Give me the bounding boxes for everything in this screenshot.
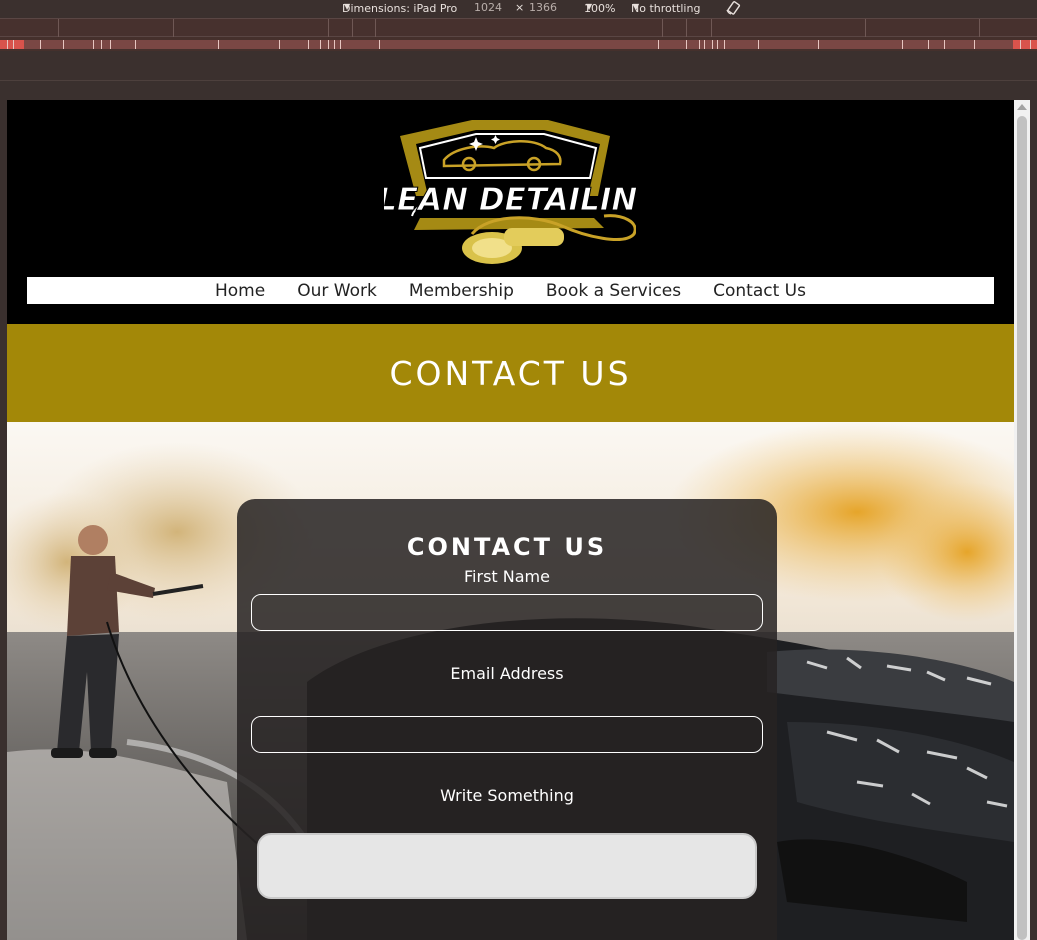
form-title: CONTACT US	[406, 533, 608, 561]
ruler	[0, 37, 1037, 51]
device-toolbar: Dimensions: iPad Pro ▼ 1024 × 1366 100% ▼ …	[0, 0, 1037, 18]
message-textarea[interactable]	[257, 833, 757, 899]
nav-contact-us[interactable]: Contact Us	[713, 281, 806, 301]
height-input[interactable]: 1366	[529, 1, 557, 14]
toolbar-spacer	[0, 51, 1037, 81]
scroll-up-arrow-icon[interactable]	[1017, 104, 1027, 110]
nav-book-a-services[interactable]: Book a Services	[546, 281, 681, 301]
page-scrollbar[interactable]	[1014, 100, 1030, 940]
klean-detailing-logo[interactable]: KLEAN DETAILING	[384, 118, 636, 270]
times-sign: ×	[515, 1, 525, 14]
page-title: CONTACT US	[389, 353, 632, 393]
page-title-banner: CONTACT US	[7, 324, 1014, 422]
svg-text:KLEAN DETAILING: KLEAN DETAILING	[384, 182, 636, 218]
page-viewport: KLEAN DETAILING Home Our Work Membership…	[7, 100, 1014, 940]
throttling-label: No throttling	[631, 2, 701, 15]
first-name-field[interactable]	[251, 594, 763, 631]
dimensions-label: Dimensions: iPad Pro	[342, 2, 458, 15]
nav-our-work[interactable]: Our Work	[297, 281, 377, 301]
message-label: Write Something	[440, 786, 574, 805]
main-nav: Home Our Work Membership Book a Services…	[27, 277, 994, 304]
nav-membership[interactable]: Membership	[409, 281, 514, 301]
email-label: Email Address	[450, 664, 564, 683]
chevron-down-icon: ▼	[633, 2, 640, 11]
site-header: KLEAN DETAILING Home Our Work Membership…	[7, 100, 1014, 324]
chevron-down-icon: ▼	[586, 2, 593, 11]
scrollbar-thumb[interactable]	[1017, 116, 1027, 940]
rotate-icon[interactable]	[725, 0, 741, 16]
width-input[interactable]: 1024	[474, 1, 502, 14]
contact-form: CONTACT US First Name Email Address Writ…	[237, 499, 777, 940]
media-query-bar[interactable]	[0, 18, 1037, 38]
email-field[interactable]	[251, 716, 763, 753]
first-name-label: First Name	[464, 567, 550, 586]
chevron-down-icon: ▼	[344, 2, 351, 11]
nav-home[interactable]: Home	[215, 281, 265, 301]
